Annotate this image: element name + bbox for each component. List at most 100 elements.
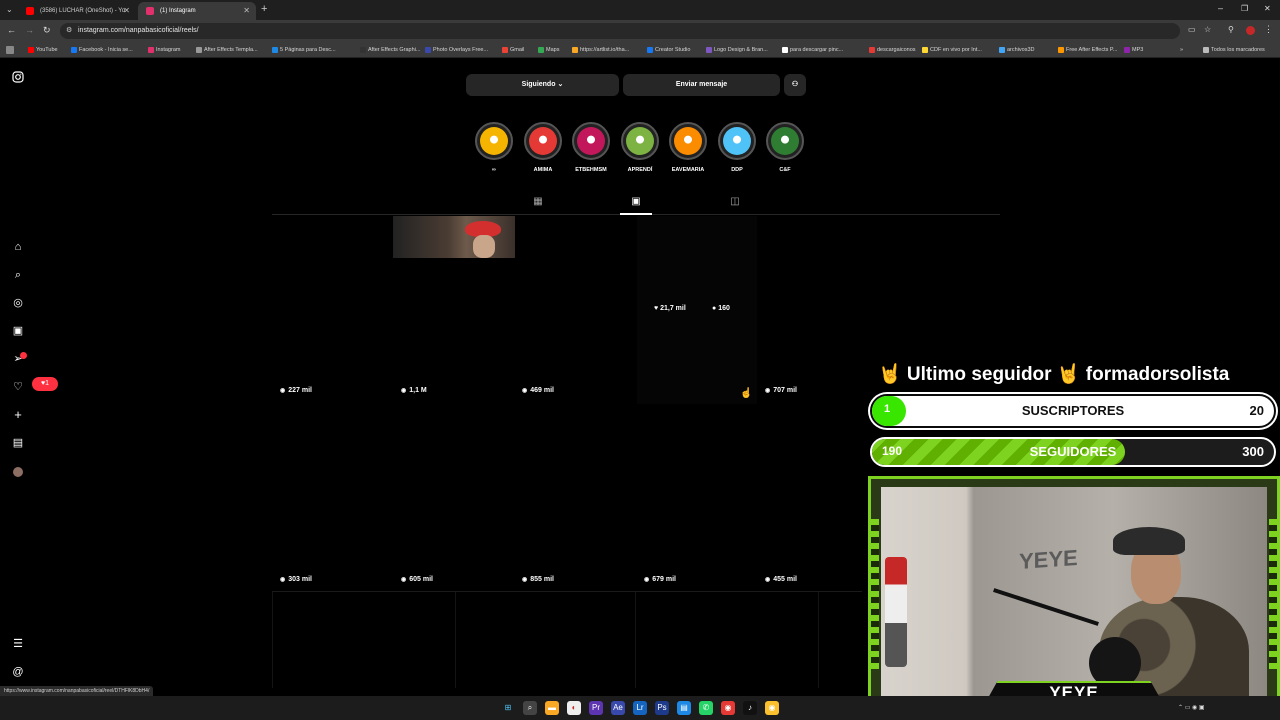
menu-icon[interactable]: ☰: [11, 637, 25, 651]
reel-hover-overlay[interactable]: ♥ 21,7 mil ● 160: [637, 216, 757, 404]
grid-divider: [818, 592, 819, 688]
followers-goal: 300: [1242, 444, 1264, 459]
close-window-icon[interactable]: ✕: [1264, 4, 1271, 13]
following-button[interactable]: Siguiendo ⌄: [466, 74, 619, 96]
tab-instagram[interactable]: (1) Instagram ✕: [138, 2, 256, 20]
reel-view-count[interactable]: ◉ 1,1 M: [401, 387, 427, 394]
posts-grid-icon[interactable]: ▦: [532, 196, 544, 208]
story-highlight[interactable]: [766, 122, 804, 160]
close-tab-icon[interactable]: ✕: [243, 2, 250, 20]
windows-icon[interactable]: ⊞: [501, 701, 515, 715]
extensions-icon[interactable]: ⚲: [1228, 25, 1234, 34]
grid-divider: [272, 592, 273, 688]
story-highlight[interactable]: [621, 122, 659, 160]
reel-view-count[interactable]: ◉ 303 mil: [280, 576, 312, 583]
bookmark-favicon-icon: [148, 46, 154, 53]
apps-icon[interactable]: [6, 46, 14, 54]
instagram-icon[interactable]: [11, 71, 25, 85]
profile-avatar-icon[interactable]: [1246, 26, 1255, 35]
bookmark-item[interactable]: CDF en vivo por Int...: [922, 42, 982, 58]
bookmark-item[interactable]: Logo Design & Bran...: [706, 42, 768, 58]
premiere-icon[interactable]: Pr: [589, 701, 603, 715]
all-bookmarks-folder[interactable]: Todos los marcadores: [1203, 42, 1265, 58]
notification-count: 1: [45, 380, 50, 387]
browser-menu-icon[interactable]: ⋮: [1264, 24, 1273, 35]
search-icon[interactable]: ⌕: [523, 701, 537, 715]
reel-view-count[interactable]: ◉ 455 mil: [765, 576, 797, 583]
dashboard-icon[interactable]: ▤: [11, 436, 25, 450]
threads-icon[interactable]: @: [11, 665, 25, 679]
tiktok-icon[interactable]: ♪: [743, 701, 757, 715]
forward-icon[interactable]: →: [25, 25, 34, 35]
reel-view-count[interactable]: ◉ 679 mil: [644, 576, 676, 583]
maximize-icon[interactable]: ❐: [1241, 4, 1248, 13]
bookmark-item[interactable]: Maps: [538, 42, 559, 58]
home-icon[interactable]: ⌂: [11, 240, 25, 254]
bookmark-item[interactable]: YouTube: [28, 42, 58, 58]
bookmark-item[interactable]: After Effects Templa...: [196, 42, 258, 58]
bookmark-item[interactable]: archivos3D: [999, 42, 1035, 58]
tab-search-icon[interactable]: ⌄: [6, 5, 13, 14]
back-icon[interactable]: ←: [7, 25, 16, 35]
create-icon[interactable]: +: [11, 408, 25, 422]
bookmark-label: Gmail: [510, 47, 525, 53]
reels-icon[interactable]: ▣: [11, 324, 25, 338]
reel-view-count[interactable]: ◉ 855 mil: [522, 576, 554, 583]
reel-thumbnail-image[interactable]: [393, 216, 515, 258]
after-effects-icon[interactable]: Ae: [611, 701, 625, 715]
bookmark-item[interactable]: 5 Páginas para Desc...: [272, 42, 336, 58]
bookmark-item[interactable]: Photo Overlays Free...: [425, 42, 488, 58]
bookmark-item[interactable]: MP3: [1124, 42, 1143, 58]
explore-icon[interactable]: ◎: [11, 296, 25, 310]
reel-view-count[interactable]: ◉ 605 mil: [401, 576, 433, 583]
profile-icon[interactable]: [13, 467, 23, 477]
story-highlight[interactable]: [572, 122, 610, 160]
reload-icon[interactable]: ↻: [43, 25, 51, 36]
chrome-icon-3[interactable]: ◉: [765, 701, 779, 715]
cast-icon[interactable]: ▭: [1188, 25, 1196, 34]
bookmark-item[interactable]: Gmail: [502, 42, 524, 58]
bookmarks-more-icon[interactable]: »: [1180, 42, 1183, 58]
chrome-icon[interactable]: ◐: [567, 701, 581, 715]
photoshop-icon[interactable]: Ps: [655, 701, 669, 715]
search-icon[interactable]: ⌕: [11, 268, 25, 282]
notification-badge[interactable]: ♥1: [32, 377, 58, 391]
bookmark-item[interactable]: Instagram: [148, 42, 180, 58]
whatsapp-icon[interactable]: ✆: [699, 701, 713, 715]
site-info-icon[interactable]: ⚙: [66, 23, 72, 39]
bookmark-favicon-icon: [782, 46, 788, 53]
story-highlight[interactable]: [524, 122, 562, 160]
bookmarks-folder-label: Todos los marcadores: [1211, 47, 1265, 53]
reel-view-count[interactable]: ◉ 469 mil: [522, 387, 554, 394]
bookmark-item[interactable]: After Effects Graphi...: [360, 42, 420, 58]
notifications-icon[interactable]: ♡: [11, 380, 25, 394]
story-highlight[interactable]: [718, 122, 756, 160]
story-highlight[interactable]: [669, 122, 707, 160]
lightroom-icon[interactable]: Lr: [633, 701, 647, 715]
send-message-button[interactable]: Enviar mensaje: [623, 74, 780, 96]
tagged-tab-icon[interactable]: ◫: [729, 196, 741, 208]
bookmark-item[interactable]: Facebook - Inicia se...: [71, 42, 133, 58]
bookmark-item[interactable]: https://artlist.io/tha...: [572, 42, 629, 58]
url-field[interactable]: ⚙ instagram.com/nanpabasicoficial/reels/: [60, 23, 1180, 39]
bookmark-item[interactable]: Free After Effects P...: [1058, 42, 1117, 58]
reels-tab-icon[interactable]: ▣: [630, 196, 642, 208]
tab-youtube[interactable]: (3586) LUCHAR (OneShot) - Yo ✕: [18, 2, 136, 20]
reel-view-count[interactable]: ◉ 707 mil: [765, 387, 797, 394]
bookmark-item[interactable]: descargaiconos: [869, 42, 916, 58]
eye-icon: ◉: [765, 388, 771, 394]
reel-view-count[interactable]: ◉ 227 mil: [280, 387, 312, 394]
bookmark-item[interactable]: para descargar pinc...: [782, 42, 843, 58]
bookmark-star-icon[interactable]: ☆: [1204, 25, 1211, 34]
close-tab-icon[interactable]: ✕: [123, 2, 130, 20]
bookmark-item[interactable]: Creator Studio: [647, 42, 690, 58]
story-highlight[interactable]: [475, 122, 513, 160]
minimize-icon[interactable]: –: [1218, 3, 1223, 13]
bookmark-label: YouTube: [36, 47, 58, 53]
new-tab-button[interactable]: +: [261, 3, 267, 15]
notepad-icon[interactable]: ▤: [677, 701, 691, 715]
file-explorer-icon[interactable]: ▬: [545, 701, 559, 715]
suggested-users-button[interactable]: ⚇: [784, 74, 806, 96]
chrome-icon-2[interactable]: ◉: [721, 701, 735, 715]
eye-icon: ◉: [765, 577, 771, 583]
